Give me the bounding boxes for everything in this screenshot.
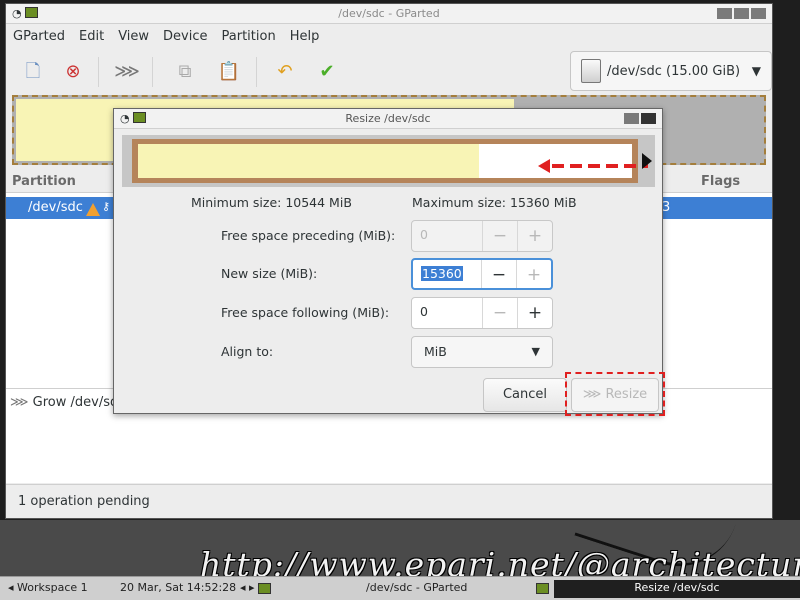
new-size-label: New size (MiB): [221, 266, 318, 281]
menu-bar: GParted Edit View Device Partition Help [6, 25, 772, 49]
column-flags[interactable]: Flags [701, 174, 740, 189]
dropdown-arrow-icon: ▼ [531, 345, 540, 358]
undo-icon[interactable]: ↶ [272, 59, 298, 85]
decrement-button[interactable]: − [481, 260, 516, 288]
clock: 20 Mar, Sat 14:52:28 [120, 581, 237, 594]
decrement-button[interactable]: − [482, 298, 517, 328]
disk-icon [581, 59, 601, 83]
free-preceding-label: Free space preceding (MiB): [221, 228, 396, 243]
free-following-value[interactable]: 0 [412, 298, 482, 328]
menu-gparted[interactable]: GParted [6, 25, 72, 49]
status-bar: 1 operation pending [6, 484, 772, 518]
row-partition: /dev/sdc [28, 200, 83, 215]
device-label: /dev/sdc (15.00 GiB) [607, 63, 741, 79]
delete-icon[interactable]: ⊗ [60, 59, 86, 85]
resizer-area [122, 135, 655, 187]
column-partition[interactable]: Partition [12, 174, 76, 189]
dialog-title: Resize /dev/sdc [345, 112, 431, 125]
close-button[interactable] [641, 113, 656, 124]
workspace-switcher[interactable]: ◂ Workspace 1 [8, 581, 88, 594]
menu-device[interactable]: Device [156, 25, 214, 49]
partition-resizer[interactable] [132, 139, 652, 183]
status-text: 1 operation pending [18, 494, 150, 509]
task-resize[interactable]: Resize /dev/sdc [554, 580, 800, 598]
workspace-label: Workspace 1 [17, 581, 88, 594]
maximize-button[interactable] [624, 113, 639, 124]
new-size-value[interactable]: 15360 [421, 266, 463, 281]
paste-icon[interactable]: 📋 [216, 59, 242, 85]
copy-icon[interactable]: ⧉ [172, 59, 198, 85]
min-size-label: Minimum size: 10544 MiB [191, 195, 352, 210]
resize-handle[interactable] [642, 153, 652, 169]
annotation-highlight [565, 372, 665, 416]
partition-used-bar [138, 144, 479, 178]
menu-help[interactable]: Help [283, 25, 327, 49]
resize-move-icon: ⋙ [10, 395, 29, 410]
max-size-label: Maximum size: 15360 MiB [412, 195, 577, 210]
decrement-button[interactable]: − [482, 221, 517, 251]
new-icon[interactable]: 🗋 [20, 59, 46, 85]
device-selector[interactable]: /dev/sdc (15.00 GiB) ▼ [570, 51, 772, 91]
free-following-spinner[interactable]: 0 − + [411, 297, 553, 329]
close-button[interactable] [751, 8, 766, 19]
increment-button[interactable]: + [517, 298, 552, 328]
key-icon: ⚷ [102, 200, 111, 213]
list-item[interactable]: ⋙ Grow /dev/sdc [10, 395, 125, 410]
task-gparted[interactable]: /dev/sdc - GParted [360, 580, 473, 598]
apply-icon[interactable]: ✔ [314, 59, 340, 85]
cancel-button[interactable]: Cancel [483, 378, 567, 412]
increment-button[interactable]: + [517, 221, 552, 251]
new-size-spinner[interactable]: 15360 − + [411, 258, 553, 290]
resize-move-icon[interactable]: ⋙ [114, 59, 140, 85]
menu-partition[interactable]: Partition [215, 25, 283, 49]
free-preceding-value[interactable]: 0 [412, 221, 482, 251]
maximize-button[interactable] [734, 8, 749, 19]
align-value: MiB [424, 344, 447, 359]
taskbar-arrows[interactable]: ◂ ▸ [240, 581, 272, 594]
toolbar: 🗋 ⊗ ⋙ ⧉ 📋 ↶ ✔ /dev/sdc (15.00 GiB) ▼ [6, 49, 772, 95]
window-title: /dev/sdc - GParted [338, 7, 440, 20]
prev-workspace-icon[interactable]: ◂ [8, 581, 14, 594]
align-label: Align to: [221, 344, 274, 359]
operation-label: Grow /dev/sdc [32, 395, 126, 410]
row-flags: 3 [662, 200, 671, 215]
drag-direction-arrow-icon [538, 159, 648, 173]
minimize-button[interactable] [717, 8, 732, 19]
dropdown-arrow-icon: ▼ [751, 64, 761, 78]
menu-view[interactable]: View [111, 25, 156, 49]
dialog-titlebar: ◔ Resize /dev/sdc [114, 109, 662, 129]
free-following-label: Free space following (MiB): [221, 305, 390, 320]
align-select[interactable]: MiB ▼ [411, 336, 553, 368]
taskbar: ◂ Workspace 1 20 Mar, Sat 14:52:28 ◂ ▸ /… [0, 576, 800, 600]
task-app-icon [536, 581, 549, 594]
main-titlebar: ◔ /dev/sdc - GParted [6, 4, 772, 24]
free-preceding-spinner[interactable]: 0 − + [411, 220, 553, 252]
menu-edit[interactable]: Edit [72, 25, 111, 49]
resize-dialog: ◔ Resize /dev/sdc Minimum size: 10544 Mi… [113, 108, 665, 416]
increment-button[interactable]: + [516, 260, 551, 288]
